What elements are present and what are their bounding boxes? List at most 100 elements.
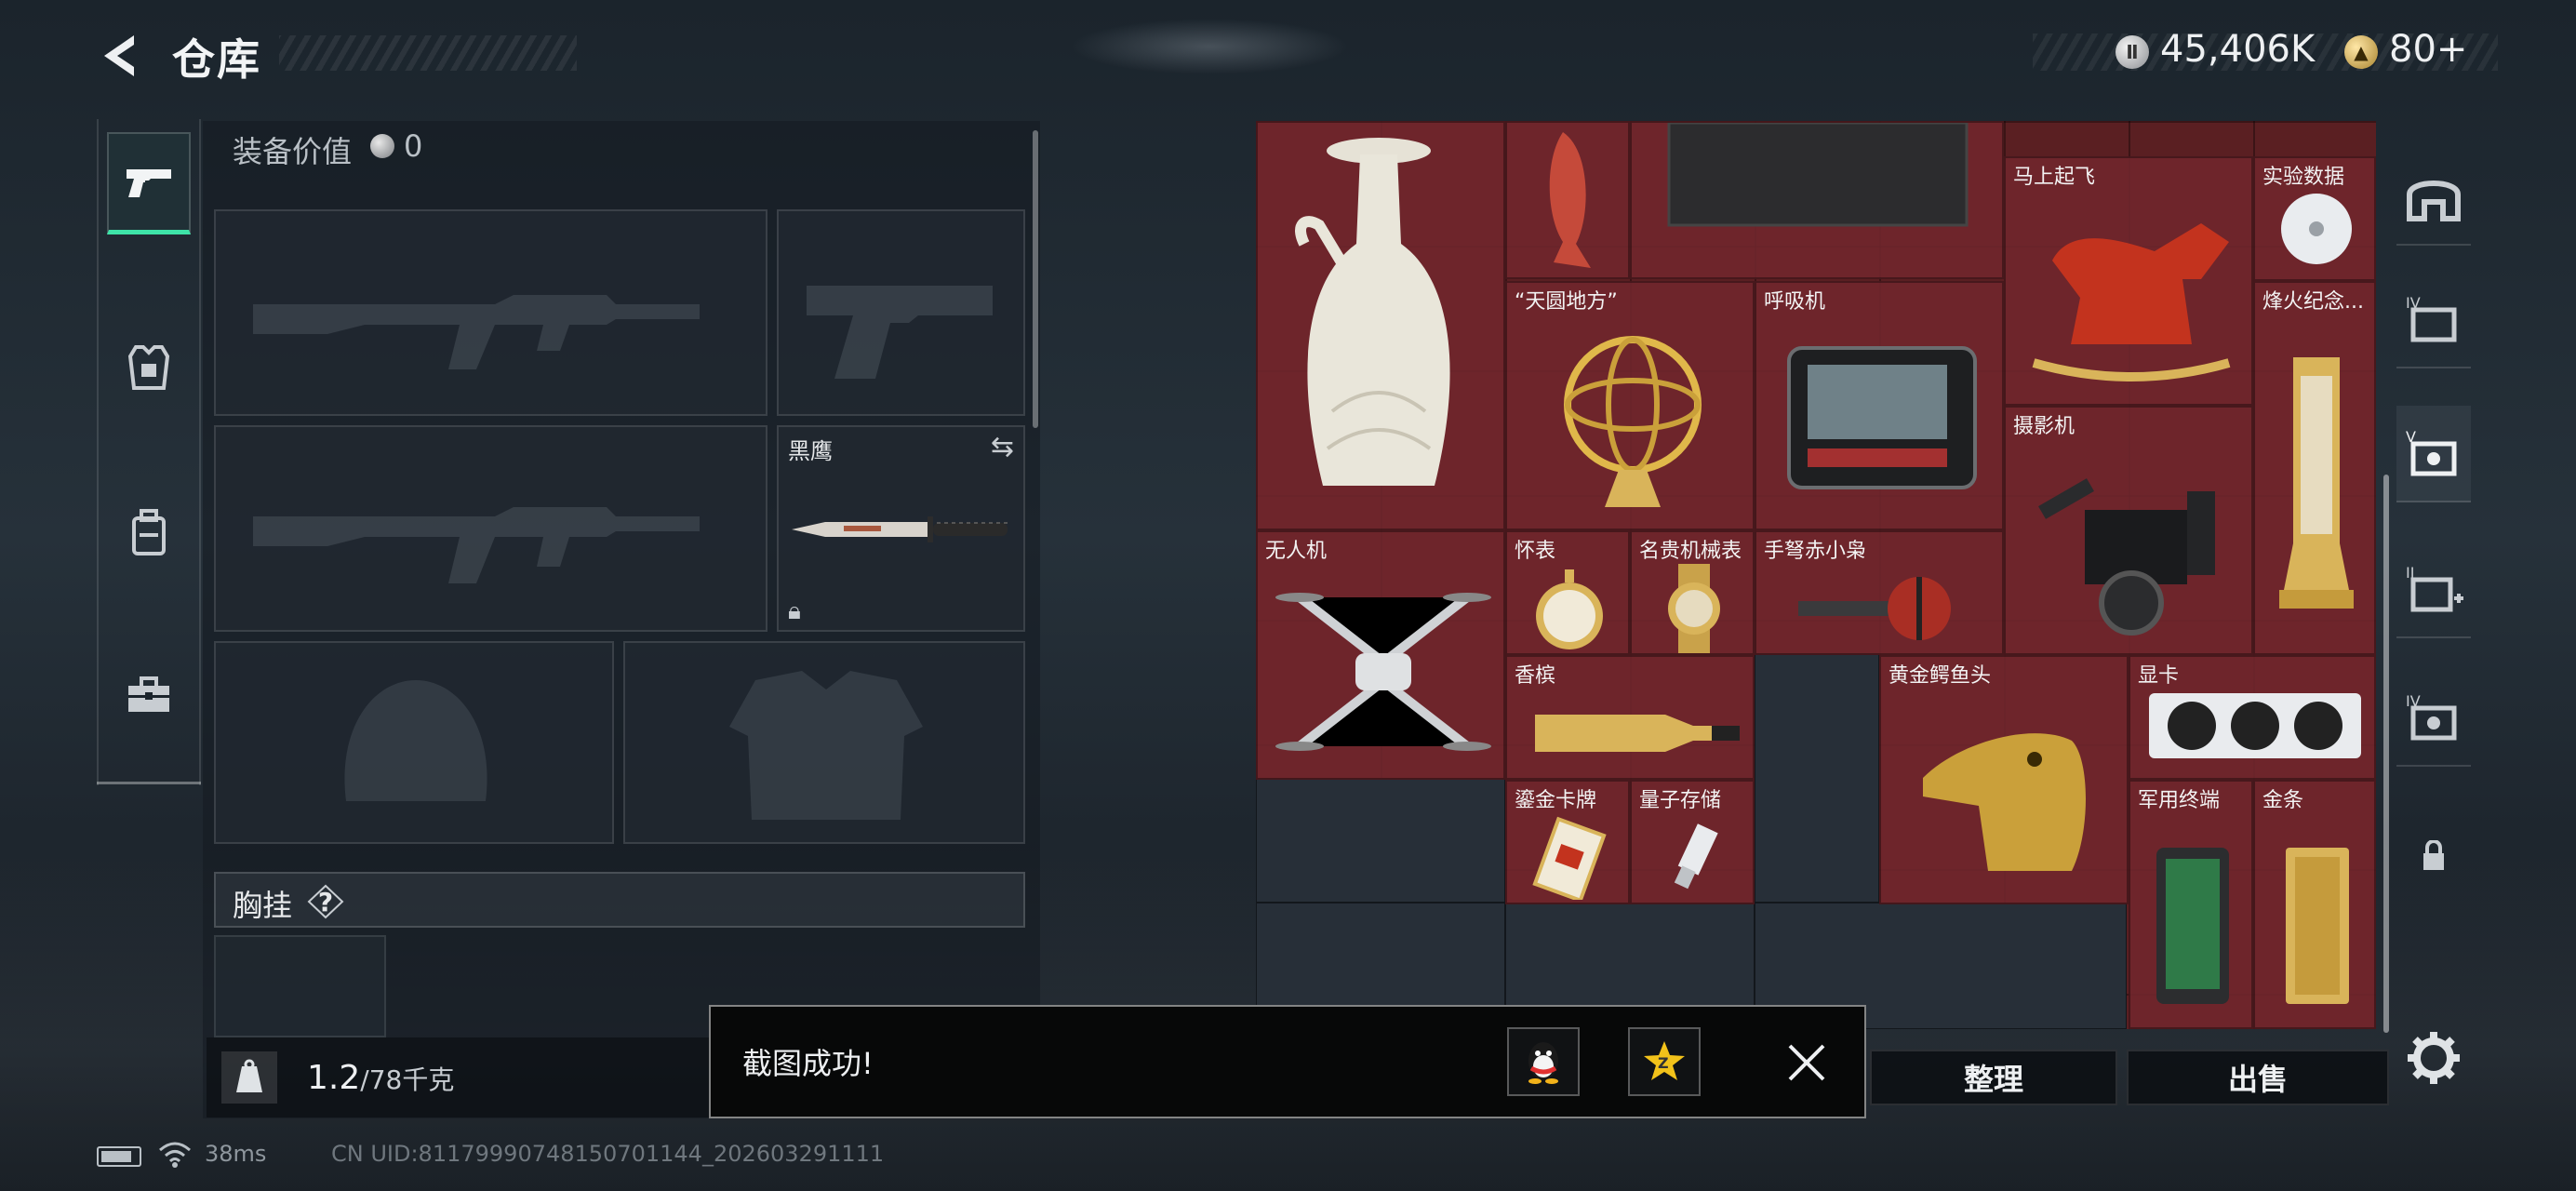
warehouse-icon bbox=[2407, 181, 2461, 221]
equipment-value: 0 bbox=[404, 128, 423, 164]
currency-secondary[interactable]: 80+ bbox=[2389, 28, 2467, 71]
movie-camera-icon bbox=[2038, 478, 2215, 636]
close-icon bbox=[1788, 1044, 1825, 1081]
toolbox-icon bbox=[128, 676, 169, 712]
storage-item-gold-croc[interactable]: 黄金鳄鱼头 bbox=[1879, 655, 2129, 904]
kg-weight-icon bbox=[236, 1059, 262, 1092]
pistol-icon bbox=[127, 168, 171, 197]
storage-item-data-disc[interactable]: 实验数据 bbox=[2253, 156, 2376, 281]
storage-item-quantum-storage[interactable]: 量子存储 bbox=[1630, 780, 1755, 904]
storage-tab-5[interactable]: V bbox=[2396, 406, 2471, 502]
knife-icon bbox=[792, 516, 1008, 542]
swap-icon[interactable]: ⇆ bbox=[991, 431, 1014, 463]
item-name: 香槟 bbox=[1515, 664, 1556, 688]
storage-item-horse[interactable]: 马上起飞 bbox=[2004, 156, 2253, 406]
chest-rig-slot[interactable] bbox=[214, 935, 386, 1037]
share-qq-button[interactable] bbox=[1507, 1027, 1580, 1096]
help-text: ? bbox=[317, 886, 334, 917]
armor-slot[interactable] bbox=[623, 641, 1025, 844]
toast-message: 截图成功! bbox=[742, 1046, 874, 1081]
vase-icon bbox=[1295, 138, 1450, 486]
storage-item-military-terminal[interactable]: 军用终端 bbox=[2129, 780, 2253, 1029]
help-icon[interactable]: ? bbox=[307, 884, 344, 919]
battery-icon bbox=[97, 1146, 141, 1167]
empty-cell[interactable] bbox=[1755, 653, 1879, 903]
item-name: 呼吸机 bbox=[1764, 290, 1826, 314]
item-name: 摄影机 bbox=[2013, 415, 2075, 438]
nav-item-case[interactable] bbox=[107, 644, 191, 746]
storage-scrollbar[interactable] bbox=[2383, 475, 2389, 1033]
storage-item-trophy[interactable]: 烽火纪念... bbox=[2253, 281, 2376, 655]
storage-box-5-icon: V bbox=[2406, 428, 2457, 476]
melee-slot[interactable]: 黑鹰 ⇆ 🔒︎ bbox=[777, 425, 1025, 632]
card-icon bbox=[1532, 816, 1607, 900]
secondary-weapon-slot[interactable] bbox=[214, 425, 767, 632]
item-name: 实验数据 bbox=[2262, 166, 2345, 189]
lock-icon: 🔒︎ bbox=[788, 597, 801, 625]
storage-tab-main[interactable] bbox=[2396, 149, 2471, 246]
back-arrow-icon bbox=[104, 35, 134, 76]
rifle-silhouette-icon bbox=[253, 507, 700, 583]
storage-item-drone[interactable]: 无人机 bbox=[1256, 530, 1505, 780]
item-name: 马上起飞 bbox=[2013, 166, 2096, 189]
storage-item-gpu[interactable]: 显卡 bbox=[2129, 655, 2376, 780]
qq-icon bbox=[1528, 1042, 1558, 1084]
storage-item-gold-bar[interactable]: 金条 bbox=[2253, 780, 2376, 1029]
storage-item-camera[interactable]: 摄影机 bbox=[2004, 406, 2253, 655]
close-toast-button[interactable] bbox=[1777, 1033, 1836, 1092]
nav-item-backpack[interactable] bbox=[107, 482, 191, 584]
item-name: 量子存储 bbox=[1639, 789, 1722, 812]
backpack-icon bbox=[132, 509, 166, 555]
weight-readout: 1.2/78千克 bbox=[307, 1059, 454, 1097]
storage-item-armillary[interactable]: “天圆地方” bbox=[1505, 281, 1755, 530]
storage-tab-locked[interactable] bbox=[2396, 808, 2471, 904]
storage-item-fish[interactable] bbox=[1505, 121, 1630, 279]
back-button[interactable] bbox=[93, 28, 149, 84]
armillary-sphere-icon bbox=[1564, 336, 1702, 507]
nav-item-gear[interactable] bbox=[107, 316, 191, 419]
storage-item-crossbow[interactable]: 手弩赤小枭 bbox=[1755, 530, 2004, 655]
primary-weapon-slot[interactable] bbox=[214, 209, 767, 416]
disc-icon bbox=[2281, 194, 2352, 264]
sidearm-slot[interactable] bbox=[777, 209, 1025, 416]
nav-item-weapons[interactable] bbox=[107, 132, 191, 234]
organize-button[interactable]: 整理 bbox=[1870, 1050, 2117, 1105]
storage-tab-add-2[interactable]: II bbox=[2396, 542, 2471, 638]
helmet-slot[interactable] bbox=[214, 641, 614, 844]
storage-box-4-icon: IV bbox=[2406, 294, 2457, 342]
drone-icon bbox=[1275, 593, 1491, 751]
item-name: 手弩赤小枭 bbox=[1764, 540, 1867, 563]
storage-item-carpet[interactable] bbox=[1630, 121, 2004, 279]
wristwatch-icon bbox=[1668, 564, 1720, 653]
uid-watermark: CN UID:811799907481507011​44_20260329111… bbox=[331, 1141, 885, 1167]
silver-coin-icon bbox=[370, 134, 394, 158]
storage-item-pocketwatch[interactable]: 怀表 bbox=[1505, 530, 1630, 655]
storage-tab-4[interactable]: IV bbox=[2396, 272, 2471, 368]
equipment-value-label: 装备价值 bbox=[233, 134, 353, 169]
pistol-silhouette-icon bbox=[807, 286, 993, 379]
storage-box-4b-icon: IV bbox=[2406, 692, 2457, 741]
storage-item-vase[interactable] bbox=[1256, 121, 1505, 530]
storage-item-champagne[interactable]: 香槟 bbox=[1505, 655, 1755, 780]
storage-item-wristwatch[interactable]: 名贵机械表 bbox=[1630, 530, 1755, 655]
storage-item-ventilator[interactable]: 呼吸机 bbox=[1755, 281, 2004, 530]
nav-divider bbox=[97, 782, 201, 784]
equipment-scrollbar[interactable] bbox=[1033, 130, 1038, 428]
ping-readout: 38ms bbox=[205, 1141, 267, 1167]
wifi-icon bbox=[158, 1141, 192, 1169]
rocking-horse-icon bbox=[2032, 223, 2231, 381]
svg-text:Z: Z bbox=[1658, 1054, 1669, 1072]
gear-icon bbox=[2408, 1032, 2460, 1084]
settings-button[interactable] bbox=[2404, 1028, 2463, 1088]
currency-primary[interactable]: 45,406K bbox=[2160, 28, 2315, 71]
sell-button[interactable]: 出售 bbox=[2127, 1050, 2389, 1105]
share-qzone-button[interactable]: Z bbox=[1628, 1027, 1701, 1096]
storage-item-gilded-card[interactable]: 鎏金卡牌 bbox=[1505, 780, 1630, 904]
gold-bar-icon bbox=[2286, 848, 2349, 1004]
empty-cell[interactable] bbox=[1256, 778, 1505, 903]
weight-icon bbox=[221, 1051, 277, 1104]
page-title: 仓库 bbox=[172, 34, 261, 85]
usb-drive-icon bbox=[1674, 823, 1718, 890]
storage-tab-4b[interactable]: IV bbox=[2396, 670, 2471, 767]
item-name: 鎏金卡牌 bbox=[1515, 789, 1597, 812]
